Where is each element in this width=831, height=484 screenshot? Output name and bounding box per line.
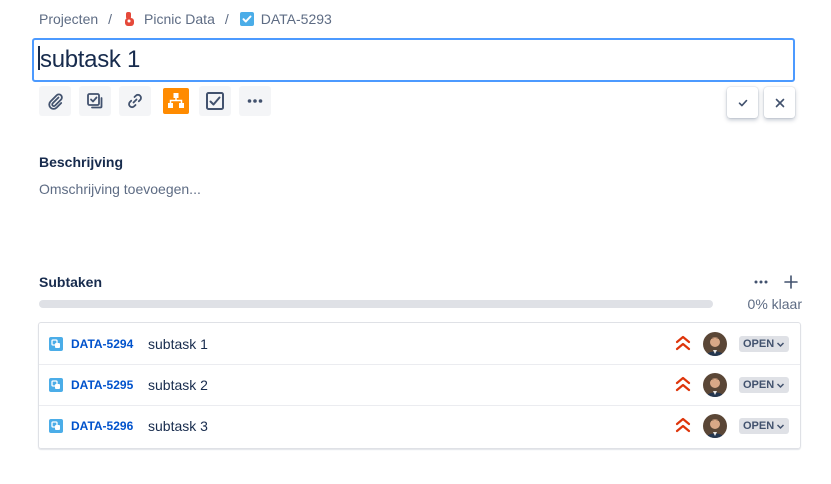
status-dropdown[interactable]: OPEN — [739, 377, 790, 393]
chevron-down-icon — [777, 423, 785, 429]
priority-highest-icon — [675, 417, 691, 433]
subtask-type-icon — [49, 378, 63, 392]
breadcrumb-separator: / — [108, 11, 113, 27]
checklist-button[interactable] — [199, 86, 231, 116]
table-row[interactable]: DATA-5296 subtask 3 OPEN — [39, 405, 800, 446]
subtask-summary[interactable]: subtask 3 — [148, 418, 208, 434]
subtask-actions — [752, 273, 800, 296]
progress-label: 0% klaar — [747, 296, 802, 312]
chevron-down-icon — [777, 341, 785, 347]
task-type-icon — [239, 11, 255, 27]
subtask-type-icon — [49, 419, 63, 433]
row-divider — [39, 364, 800, 365]
chevron-down-icon — [777, 382, 785, 388]
table-row[interactable]: DATA-5295 subtask 2 OPEN — [39, 364, 800, 405]
subtask-progress-bar — [39, 300, 713, 308]
assignee-avatar[interactable] — [703, 373, 727, 397]
assignee-avatar[interactable] — [703, 332, 727, 356]
summary-input[interactable] — [40, 46, 780, 74]
breadcrumb: Projecten / Picnic Data / DATA-5293 — [39, 10, 332, 28]
link-icon — [128, 93, 142, 109]
more-icon — [247, 99, 263, 103]
edit-controls — [727, 87, 795, 118]
add-subtask-button[interactable] — [782, 273, 800, 296]
paperclip-icon — [48, 93, 63, 110]
subtask-icon — [87, 93, 103, 109]
priority-highest-icon — [675, 335, 691, 351]
subtask-key[interactable]: DATA-5296 — [71, 419, 133, 433]
issue-toolbar — [39, 86, 271, 116]
breadcrumb-issue[interactable]: DATA-5293 — [239, 11, 332, 27]
check-icon — [738, 99, 747, 106]
subtask-key[interactable]: DATA-5295 — [71, 378, 133, 392]
breadcrumb-project[interactable]: Picnic Data — [122, 11, 215, 27]
more-actions-button[interactable] — [239, 86, 271, 116]
subtask-summary[interactable]: subtask 2 — [148, 377, 208, 393]
subtask-key[interactable]: DATA-5294 — [71, 337, 133, 351]
text-caret — [38, 46, 40, 70]
diagram-app-button[interactable] — [163, 88, 189, 114]
diagram-icon — [168, 93, 184, 108]
attach-button[interactable] — [39, 86, 71, 116]
subtask-more-button[interactable] — [752, 273, 770, 296]
more-icon — [754, 280, 768, 284]
close-icon — [775, 98, 784, 107]
save-button[interactable] — [727, 87, 758, 118]
checklist-icon — [206, 92, 224, 110]
table-row[interactable]: DATA-5294 subtask 1 OPEN — [39, 323, 800, 364]
status-dropdown[interactable]: OPEN — [739, 336, 790, 352]
subtask-list: DATA-5294 subtask 1 OPEN DATA-5295 subta… — [38, 322, 801, 449]
priority-highest-icon — [675, 376, 691, 392]
subtask-summary[interactable]: subtask 1 — [148, 336, 208, 352]
breadcrumb-separator: / — [224, 11, 229, 27]
description-heading: Beschrijving — [39, 154, 124, 170]
row-divider — [39, 405, 800, 406]
status-dropdown[interactable]: OPEN — [739, 418, 790, 434]
create-subtask-button[interactable] — [79, 86, 111, 116]
breadcrumb-projects[interactable]: Projecten — [39, 11, 98, 27]
subtask-type-icon — [49, 337, 63, 351]
description-field[interactable]: Omschrijving toevoegen... — [39, 181, 201, 197]
link-issue-button[interactable] — [119, 86, 151, 116]
subtasks-heading: Subtaken — [39, 274, 103, 290]
assignee-avatar[interactable] — [703, 414, 727, 438]
project-avatar-icon — [122, 11, 138, 27]
summary-editor[interactable] — [32, 38, 795, 82]
plus-icon — [784, 275, 798, 289]
cancel-button[interactable] — [764, 87, 795, 118]
